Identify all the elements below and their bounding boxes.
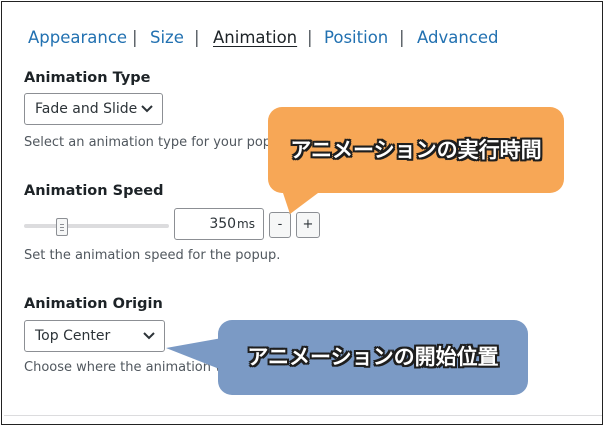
screenshot-frame: Appearance | Size | Animation | Position…	[1, 1, 603, 425]
tab-separator: |	[132, 28, 138, 47]
tab-size[interactable]: Size	[150, 28, 184, 47]
speed-callout: アニメーションの実行時間	[268, 107, 564, 193]
tab-advanced[interactable]: Advanced	[417, 28, 499, 47]
animation-origin-select[interactable]: Top Center	[24, 320, 165, 352]
animation-speed-description: Set the animation speed for the popup.	[24, 248, 281, 263]
chevron-down-icon	[141, 105, 153, 113]
tab-separator: |	[307, 28, 313, 47]
callout-pointer	[166, 338, 222, 370]
animation-speed-label: Animation Speed	[24, 183, 164, 199]
tab-animation[interactable]: Animation	[213, 28, 297, 47]
animation-type-label: Animation Type	[24, 70, 151, 86]
animation-speed-slider[interactable]	[24, 218, 169, 236]
animation-type-select[interactable]: Fade and Slide	[24, 93, 163, 125]
tab-separator: |	[194, 28, 200, 47]
slider-handle[interactable]	[56, 218, 68, 236]
animation-type-description: Select an animation type for your popup.	[24, 135, 292, 150]
animation-speed-unit: ms	[237, 217, 255, 231]
animation-type-selected: Fade and Slide	[35, 101, 138, 117]
slider-track	[24, 224, 169, 228]
animation-speed-input[interactable]: 350ms	[174, 208, 264, 240]
tab-appearance[interactable]: Appearance	[28, 28, 127, 47]
origin-callout: アニメーションの開始位置	[218, 320, 528, 395]
tab-position[interactable]: Position	[324, 28, 388, 47]
chevron-down-icon	[143, 332, 155, 340]
callout-pointer	[282, 190, 322, 214]
animation-origin-label: Animation Origin	[24, 296, 163, 312]
animation-origin-selected: Top Center	[35, 328, 111, 344]
tab-separator: |	[399, 28, 405, 47]
animation-speed-value: 350	[209, 216, 237, 232]
